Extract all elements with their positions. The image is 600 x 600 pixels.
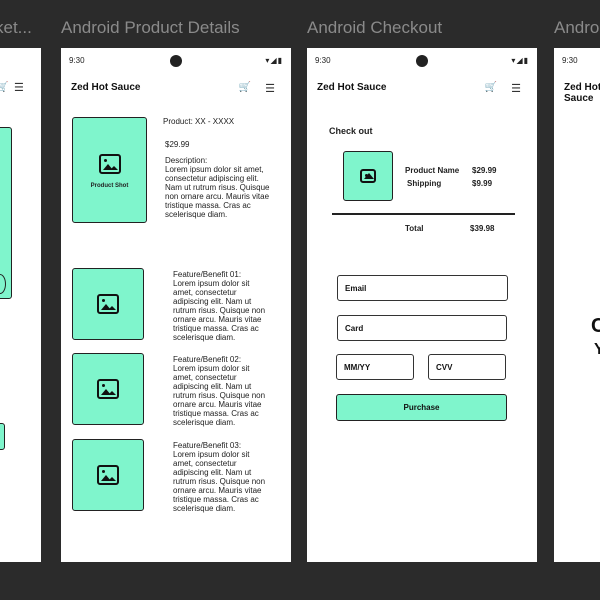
status-icons: ▾◢▮ [511, 56, 529, 65]
description-text: Lorem ipsum dolor sit amet, consectetur … [165, 165, 270, 219]
product-shot-label: Product Shot [90, 183, 129, 189]
app-bar: Zed Hot Sauce [564, 82, 600, 104]
brand-title[interactable]: Zed Hot Sauce [71, 82, 140, 93]
product-name: Product: XX - XXXX [163, 117, 235, 126]
purchase-button[interactable]: Purchase [336, 394, 507, 421]
feature-text-3: Lorem ipsum dolor sit amet, consectetur … [173, 450, 266, 513]
frame-title-left: …ket... [0, 18, 32, 37]
menu-icon[interactable]: ☰ [265, 82, 275, 95]
order-item-image [343, 151, 393, 201]
partial-button[interactable] [0, 423, 5, 450]
feature-image-2 [72, 353, 144, 425]
total-divider [332, 213, 515, 215]
feature-text-1: Lorem ipsum dolor sit amet, consectetur … [173, 279, 266, 342]
image-placeholder-icon [360, 169, 376, 183]
total-label: Total [405, 224, 424, 233]
feature-title-3: Feature/Benefit 03: [173, 441, 242, 450]
status-time: 9:30 [562, 56, 578, 65]
frame-checkout: 9:30 ▾◢▮ Zed Hot Sauce 🛒 ☰ Check out Pro… [307, 48, 537, 562]
cart-icon[interactable]: 🛒 [0, 82, 8, 93]
image-placeholder-icon [98, 154, 121, 174]
partial-heading-line2: Y [594, 341, 600, 358]
shipping-price-value: $9.99 [472, 179, 493, 188]
partial-tile [0, 127, 12, 299]
frame-right-partial: 9:30 Zed Hot Sauce C Y [554, 48, 600, 562]
frame-product-details: 9:30 ▾◢▮ Zed Hot Sauce 🛒 ☰ Product Shot … [61, 48, 291, 562]
feature-image-3 [72, 439, 144, 511]
product-shot: Product Shot [72, 117, 147, 223]
card-field[interactable]: Card [337, 315, 507, 341]
frame-title-checkout: Android Checkout [307, 18, 443, 37]
status-bar: 9:30 ▾◢▮ [315, 55, 529, 70]
menu-icon[interactable]: ☰ [14, 81, 24, 94]
partial-heading-line1: C [591, 315, 600, 337]
status-time: 9:30 [315, 56, 331, 65]
status-bar: 9:30 ▾◢▮ [69, 55, 283, 70]
camera-cutout [416, 55, 428, 67]
expiry-field[interactable]: MM/YY [336, 354, 414, 380]
cvv-field[interactable]: CVV [428, 354, 506, 380]
cart-icon[interactable]: 🛒 [239, 82, 251, 93]
product-name-label: Product Name [405, 166, 460, 175]
product-price-value: $29.99 [472, 166, 497, 175]
feature-title-2: Feature/Benefit 02: [173, 355, 242, 364]
brand-title[interactable]: Zed Hot Sauce [317, 82, 386, 93]
feature-image-1 [72, 268, 144, 340]
email-field[interactable]: Email [337, 275, 508, 301]
feature-text-2: Lorem ipsum dolor sit amet, consectetur … [173, 364, 266, 427]
frame-title-right: Andro [554, 18, 600, 37]
app-bar: Zed Hot Sauce 🛒 ☰ [317, 82, 527, 98]
status-time: 9:30 [69, 56, 85, 65]
image-placeholder-icon [97, 465, 119, 485]
checkout-heading: Check out [329, 126, 373, 136]
menu-icon[interactable]: ☰ [511, 82, 521, 95]
product-price: $29.99 [165, 140, 190, 149]
image-placeholder-icon [97, 294, 119, 314]
frame-title-product-details: Android Product Details [61, 18, 240, 37]
total-price-value: $39.98 [470, 224, 495, 233]
status-icons: ▾◢▮ [265, 56, 283, 65]
shipping-label: Shipping [407, 179, 442, 188]
description-label: Description: [165, 156, 208, 165]
brand-title[interactable]: Zed Hot Sauce [564, 82, 600, 104]
app-bar: Zed Hot Sauce 🛒 ☰ [71, 82, 281, 98]
image-placeholder-icon [97, 379, 119, 399]
frame-left-partial: 🛒 ☰ [0, 48, 41, 562]
camera-cutout [170, 55, 182, 67]
feature-title-1: Feature/Benefit 01: [173, 270, 242, 279]
status-bar: 9:30 [562, 56, 600, 70]
cart-icon[interactable]: 🛒 [485, 82, 497, 93]
